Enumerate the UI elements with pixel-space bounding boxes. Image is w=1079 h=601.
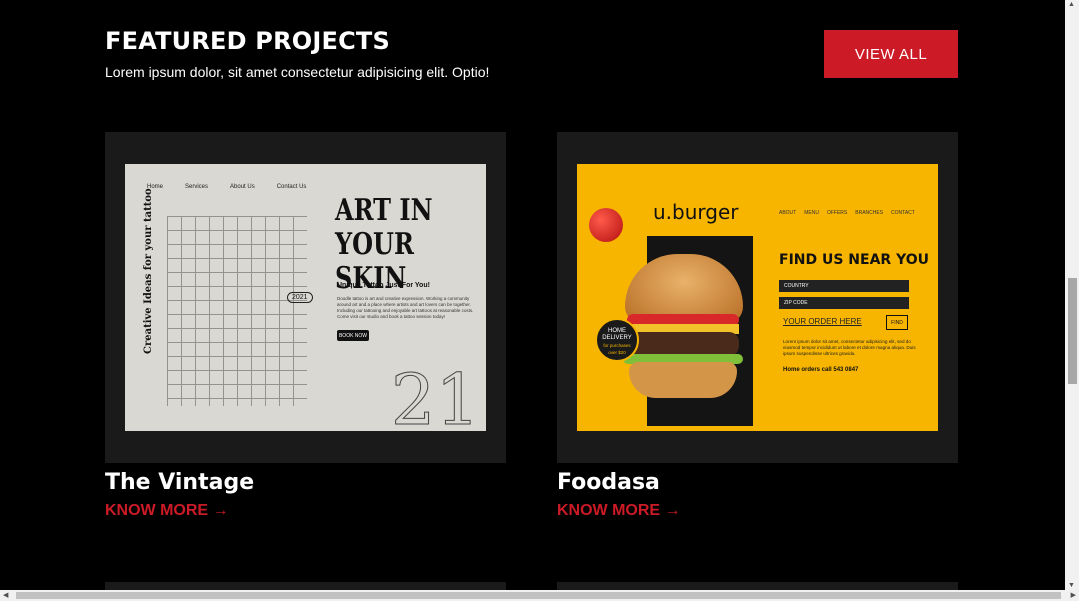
mockup-body: Lorem ipsum dolor sit amet, consectetur … [783, 339, 916, 356]
mockup-tagline: Unique Tattoo Just For You! [337, 282, 430, 289]
project-card-foodasa[interactable]: u.burger ABOUT MENU OFFERS BRANCHES CONT… [557, 132, 958, 463]
mockup-nav-item: MENU [804, 210, 819, 216]
section-subtitle: Lorem ipsum dolor, sit amet consectetur … [105, 64, 490, 80]
mockup-body: Doodle tattoo is art and creative expres… [337, 296, 474, 319]
mockup-nav: ABOUT MENU OFFERS BRANCHES CONTACT [779, 210, 915, 216]
mockup-nav: Home Services About Us Contact Us [147, 184, 306, 190]
tattoo-grid-illustration [167, 216, 307, 406]
project-title: Foodasa [557, 470, 660, 495]
know-more-link[interactable]: KNOW MORE → [557, 502, 681, 520]
vertical-scrollbar[interactable]: ▲ ▼ [1065, 0, 1079, 590]
mockup-find-button: FIND [886, 315, 908, 330]
tomato-illustration [589, 208, 623, 242]
delivery-line: for purchases [603, 343, 631, 348]
scroll-left-icon[interactable]: ◀ [3, 591, 8, 599]
mockup-headline: FIND US NEAR YOU [779, 252, 929, 268]
mockup-nav-item: Services [185, 184, 209, 190]
mockup-nav-item: BRANCHES [855, 210, 884, 216]
project-image-foodasa[interactable]: u.burger ABOUT MENU OFFERS BRANCHES CONT… [577, 164, 938, 431]
horizontal-scrollbar[interactable]: ◀ ▶ [0, 590, 1079, 601]
scroll-right-icon[interactable]: ▶ [1071, 591, 1076, 599]
mockup-vertical-text: Creative Ideas for your tattoo [143, 188, 154, 354]
scroll-up-icon[interactable]: ▲ [1068, 1, 1075, 8]
delivery-badge: HOME DELIVERY for purchases over $20 [595, 318, 639, 362]
mockup-nav-item: CONTACT [891, 210, 915, 216]
project-image-vintage[interactable]: Home Services About Us Contact Us Creati… [125, 164, 486, 431]
section-title: FEATURED PROJECTS [105, 27, 390, 55]
project-title: The Vintage [105, 470, 255, 495]
project-card-vintage[interactable]: Home Services About Us Contact Us Creati… [105, 132, 506, 463]
vertical-scroll-thumb[interactable] [1068, 278, 1077, 384]
burger-bun-bottom [629, 362, 737, 398]
delivery-line: HOME [608, 328, 626, 334]
view-all-button[interactable]: VIEW ALL [824, 30, 958, 78]
mockup-nav-item: About Us [230, 184, 255, 190]
mockup-headline: ART IN YOUR SKIN [335, 194, 456, 296]
mockup-number: 21 [390, 359, 480, 432]
burger-patty [627, 332, 739, 356]
know-more-link[interactable]: KNOW MORE → [105, 502, 229, 520]
mockup-nav-item: Contact Us [276, 184, 307, 190]
mockup-button: BOOK NOW [337, 330, 369, 341]
mockup-nav-item: ABOUT [779, 210, 797, 216]
scroll-down-icon[interactable]: ▼ [1068, 582, 1075, 589]
mockup-zip-select: ZIP CODE [779, 297, 909, 309]
delivery-line: DELIVERY [602, 335, 632, 341]
mockup-country-select: COUNTRY [779, 280, 909, 292]
mockup-nav-item: OFFERS [826, 210, 848, 216]
mockup-year: 2021 [287, 292, 313, 303]
delivery-line: over $20 [608, 350, 626, 355]
mockup-headline-line: ART IN [335, 193, 433, 228]
mockup-logo: u.burger [653, 200, 739, 224]
horizontal-scroll-thumb[interactable] [16, 592, 1061, 599]
mockup-order-link: YOUR ORDER HERE [783, 317, 862, 326]
mockup-call: Home orders call 543 0847 [783, 367, 859, 373]
